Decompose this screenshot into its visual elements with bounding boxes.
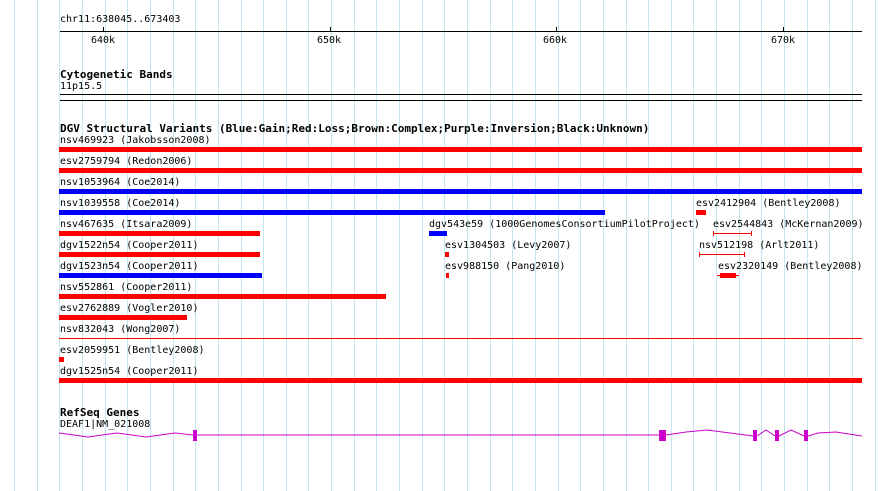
gene-intron-line xyxy=(665,429,754,437)
gene-intron-line xyxy=(778,429,805,437)
gene-intron-line xyxy=(756,429,776,437)
gene-exon xyxy=(659,430,666,441)
genome-browser-view: chr11:638045..673403 640k 650k 660k 670k… xyxy=(0,0,890,491)
gene-exon xyxy=(193,430,197,441)
gene-exon xyxy=(753,430,757,441)
gene-model[interactable] xyxy=(0,0,890,491)
gene-intron-line xyxy=(58,432,194,438)
gene-exon xyxy=(775,430,779,441)
gene-exon xyxy=(804,430,808,441)
gene-intron-line xyxy=(807,431,863,437)
